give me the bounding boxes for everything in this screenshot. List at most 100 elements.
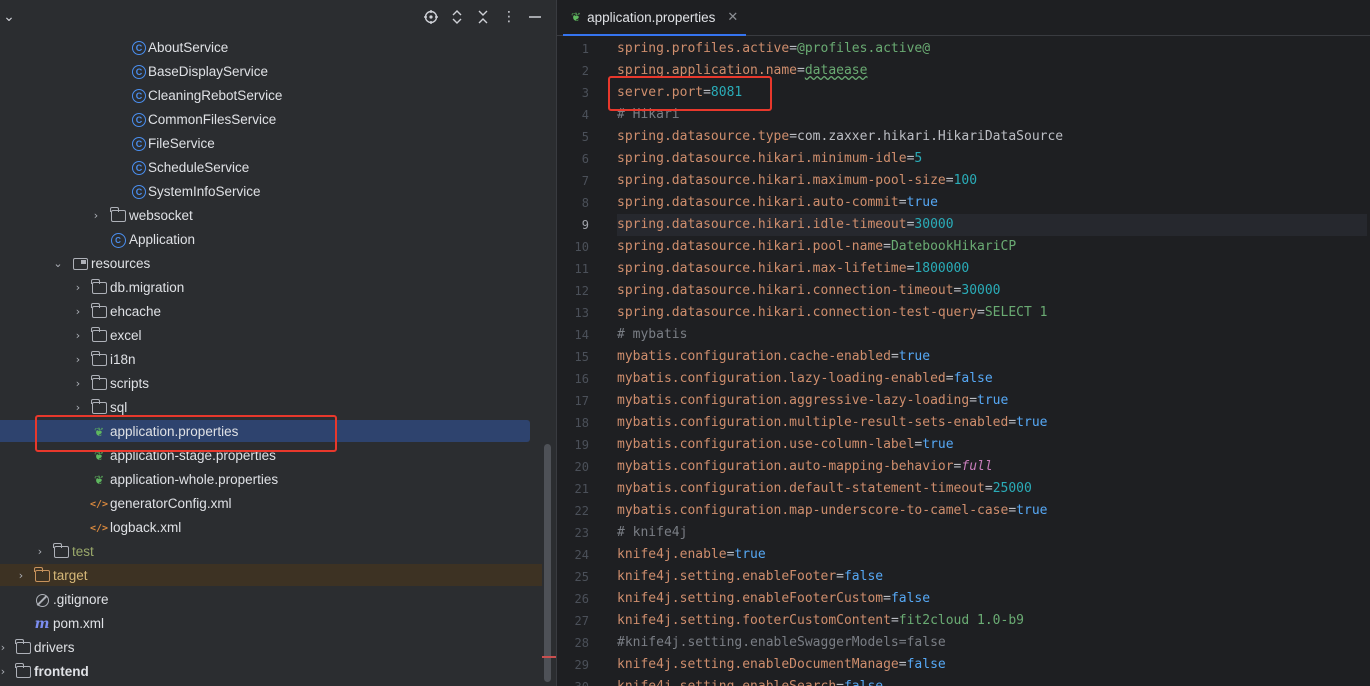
tree-item-file[interactable]: </> generatorConfig.xml (0, 492, 556, 516)
tree-item-folder[interactable]: › excel (0, 324, 556, 348)
line-number[interactable]: 1 (557, 38, 589, 60)
code-line[interactable]: knife4j.setting.footerCustomContent=fit2… (617, 610, 1367, 632)
tree-item[interactable]: C CleaningRebotService (0, 84, 556, 108)
code-line[interactable]: spring.datasource.hikari.auto-commit=tru… (617, 192, 1367, 214)
hide-icon[interactable] (526, 8, 544, 26)
chevron-right-icon[interactable]: › (0, 641, 9, 654)
tree-item-websocket[interactable]: › websocket (0, 204, 556, 228)
code-line[interactable]: mybatis.configuration.multiple-result-se… (617, 412, 1367, 434)
line-number[interactable]: 5 (557, 126, 589, 148)
line-number[interactable]: 15 (557, 346, 589, 368)
code-line[interactable]: mybatis.configuration.lazy-loading-enabl… (617, 368, 1367, 390)
tree-item-pom[interactable]: m pom.xml (0, 612, 556, 636)
tree-item-frontend[interactable]: › frontend (0, 660, 556, 684)
line-number[interactable]: 6 (557, 148, 589, 170)
tree-item-file[interactable]: ❦ application-whole.properties (0, 468, 556, 492)
line-number[interactable]: 4 (557, 104, 589, 126)
code-line[interactable]: mybatis.configuration.auto-mapping-behav… (617, 456, 1367, 478)
tree-item[interactable]: C ScheduleService (0, 156, 556, 180)
line-number[interactable]: 21 (557, 478, 589, 500)
line-number[interactable]: 20 (557, 456, 589, 478)
tree-item-folder[interactable]: › db.migration (0, 276, 556, 300)
tree-item-gitignore[interactable]: .gitignore (0, 588, 556, 612)
tree-item-folder[interactable]: › scripts (0, 372, 556, 396)
tree-item-test[interactable]: › test (0, 540, 556, 564)
chevron-down-icon[interactable]: ⌄ (0, 8, 18, 26)
code-line[interactable]: spring.datasource.hikari.pool-name=Dateb… (617, 236, 1367, 258)
tree-item-target[interactable]: › target (0, 564, 556, 588)
line-number[interactable]: 7 (557, 170, 589, 192)
tab-application-properties[interactable]: ❦ application.properties ✕ (563, 0, 747, 36)
code-line[interactable]: knife4j.setting.enableFooter=false (617, 566, 1367, 588)
chevron-right-icon[interactable]: › (72, 401, 84, 414)
tree-item-folder[interactable]: › i18n (0, 348, 556, 372)
tree-item[interactable]: C AboutService (0, 36, 556, 60)
tree-item-file[interactable]: </> logback.xml (0, 516, 556, 540)
project-scrollbar[interactable] (544, 444, 551, 682)
line-number[interactable]: 27 (557, 610, 589, 632)
code-line[interactable]: spring.profiles.active=@profiles.active@ (617, 38, 1367, 60)
chevron-right-icon[interactable]: › (34, 545, 46, 558)
code-line[interactable]: mybatis.configuration.use-column-label=t… (617, 434, 1367, 456)
tree-item-application[interactable]: C Application (0, 228, 556, 252)
code-line[interactable]: spring.datasource.hikari.maximum-pool-si… (617, 170, 1367, 192)
line-number[interactable]: 25 (557, 566, 589, 588)
line-number[interactable]: 16 (557, 368, 589, 390)
locate-icon[interactable] (422, 8, 440, 26)
line-number[interactable]: 2 (557, 60, 589, 82)
code-line[interactable]: mybatis.configuration.default-statement-… (617, 478, 1367, 500)
line-number[interactable]: 28 (557, 632, 589, 654)
chevron-right-icon[interactable]: › (72, 305, 84, 318)
code-line[interactable]: knife4j.setting.enableFooterCustom=false (617, 588, 1367, 610)
line-number[interactable]: 9 (557, 214, 589, 236)
code-line[interactable]: # mybatis (617, 324, 1367, 346)
line-number[interactable]: 13 (557, 302, 589, 324)
code-line[interactable]: spring.datasource.hikari.connection-time… (617, 280, 1367, 302)
line-number[interactable]: 26 (557, 588, 589, 610)
close-icon[interactable]: ✕ (727, 10, 738, 25)
code-line[interactable]: mybatis.configuration.aggressive-lazy-lo… (617, 390, 1367, 412)
chevron-right-icon[interactable]: › (72, 353, 84, 366)
tree-item-drivers[interactable]: › drivers (0, 636, 556, 660)
chevron-right-icon[interactable]: › (72, 329, 84, 342)
line-number[interactable]: 14 (557, 324, 589, 346)
line-number[interactable]: 8 (557, 192, 589, 214)
line-number[interactable]: 12 (557, 280, 589, 302)
code-line[interactable]: spring.datasource.hikari.max-lifetime=18… (617, 258, 1367, 280)
chevron-right-icon[interactable]: › (72, 281, 84, 294)
code-line[interactable]: spring.datasource.hikari.connection-test… (617, 302, 1367, 324)
line-number[interactable]: 10 (557, 236, 589, 258)
chevron-right-icon[interactable]: › (90, 209, 102, 222)
tree-item[interactable]: C BaseDisplayService (0, 60, 556, 84)
tree-item[interactable]: C CommonFilesService (0, 108, 556, 132)
line-number[interactable]: 3 (557, 82, 589, 104)
line-number[interactable]: 29 (557, 654, 589, 676)
line-number[interactable]: 18 (557, 412, 589, 434)
line-number[interactable]: 11 (557, 258, 589, 280)
chevron-down-icon[interactable]: ⌄ (52, 257, 64, 270)
line-number[interactable]: 24 (557, 544, 589, 566)
chevron-right-icon[interactable]: › (72, 377, 84, 390)
chevron-right-icon[interactable]: › (0, 665, 9, 678)
line-number[interactable]: 19 (557, 434, 589, 456)
more-options-icon[interactable]: ⋮ (500, 8, 518, 26)
line-number[interactable]: 23 (557, 522, 589, 544)
collapse-all-icon[interactable] (474, 8, 492, 26)
code-line[interactable]: knife4j.setting.enableDocumentManage=fal… (617, 654, 1367, 676)
code-line[interactable]: #knife4j.setting.enableSwaggerModels=fal… (617, 632, 1367, 654)
expand-all-icon[interactable] (448, 8, 466, 26)
code-line[interactable]: # knife4j (617, 522, 1367, 544)
code-line[interactable]: knife4j.setting.enableSearch=false (617, 676, 1367, 686)
code-line[interactable]: spring.datasource.type=com.zaxxer.hikari… (617, 126, 1367, 148)
code-line[interactable]: mybatis.configuration.map-underscore-to-… (617, 500, 1367, 522)
tree-item[interactable]: C FileService (0, 132, 556, 156)
code-line[interactable]: spring.datasource.hikari.minimum-idle=5 (617, 148, 1367, 170)
tree-item-folder[interactable]: › ehcache (0, 300, 556, 324)
tree-item[interactable]: C SystemInfoService (0, 180, 556, 204)
chevron-right-icon[interactable]: › (15, 569, 27, 582)
code-line[interactable]: spring.datasource.hikari.idle-timeout=30… (617, 214, 1367, 236)
line-number[interactable]: 22 (557, 500, 589, 522)
code-line[interactable]: mybatis.configuration.cache-enabled=true (617, 346, 1367, 368)
code-line[interactable]: knife4j.enable=true (617, 544, 1367, 566)
line-number[interactable]: 30 (557, 676, 589, 686)
